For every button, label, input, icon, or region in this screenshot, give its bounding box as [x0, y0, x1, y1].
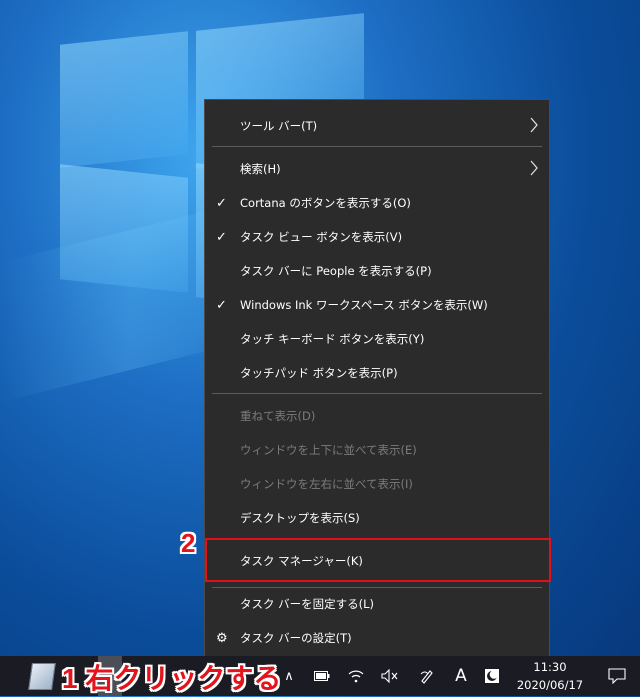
menu-separator [212, 393, 542, 394]
clock-date: 2020/06/17 [516, 678, 584, 692]
menu-item-show-desktop[interactable]: デスクトップを表示(S) [205, 501, 549, 535]
night-light-icon[interactable] [480, 656, 504, 696]
menu-item-cascade: 重ねて表示(D) [205, 399, 549, 433]
ime-icon[interactable]: A [450, 656, 472, 696]
checkmark-icon: ✓ [216, 297, 227, 313]
menu-item-label: ツール バー(T) [240, 119, 318, 133]
menu-item-lock-taskbar[interactable]: タスク バーを固定する(L) [205, 587, 549, 621]
task-manager-highlight-box [205, 538, 551, 582]
speaker-muted-icon[interactable] [378, 656, 402, 696]
gear-icon: ⚙ [216, 630, 228, 646]
menu-item-show-task-view[interactable]: ✓ タスク ビュー ボタンを表示(V) [205, 220, 549, 254]
checkmark-icon: ✓ [216, 229, 227, 245]
menu-item-toolbars[interactable]: ツール バー(T) [205, 109, 549, 143]
menu-item-label: タスク バーの設定(T) [240, 631, 352, 645]
menu-item-label: ウィンドウを左右に並べて表示(I) [240, 477, 413, 491]
menu-item-label: タスク バーに People を表示する(P) [240, 264, 432, 278]
desktop-app-icon[interactable] [12, 656, 56, 696]
menu-item-show-windows-ink[interactable]: ✓ Windows Ink ワークスペース ボタンを表示(W) [205, 288, 549, 322]
step-2-annotation: 2 [181, 528, 196, 558]
step-1-annotation: 1 右クリックする [62, 663, 282, 694]
menu-item-show-touch-keyboard[interactable]: タッチ キーボード ボタンを表示(Y) [205, 322, 549, 356]
system-clock[interactable]: 11:30 2020/06/17 [510, 658, 590, 694]
pen-workspace-icon[interactable] [415, 656, 439, 696]
menu-item-label: タスク バーを固定する(L) [240, 597, 375, 611]
menu-item-show-cortana[interactable]: ✓ Cortana のボタンを表示する(O) [205, 186, 549, 220]
menu-item-show-people[interactable]: タスク バーに People を表示する(P) [205, 254, 549, 288]
chevron-right-icon [530, 117, 538, 133]
menu-separator [212, 146, 542, 147]
clock-time: 11:30 [533, 660, 567, 674]
checkmark-icon: ✓ [216, 195, 227, 211]
menu-item-label: Cortana のボタンを表示する(O) [240, 196, 411, 210]
menu-item-label: デスクトップを表示(S) [240, 511, 360, 525]
chevron-right-icon [530, 160, 538, 176]
menu-item-label: 重ねて表示(D) [240, 409, 316, 423]
battery-icon[interactable] [310, 656, 334, 696]
menu-item-stack: ウィンドウを上下に並べて表示(E) [205, 433, 549, 467]
menu-item-search[interactable]: 検索(H) [205, 152, 549, 186]
wifi-icon[interactable] [344, 656, 368, 696]
menu-item-show-touchpad[interactable]: タッチパッド ボタンを表示(P) [205, 356, 549, 390]
menu-item-label: ウィンドウを上下に並べて表示(E) [240, 443, 417, 457]
menu-item-side-by-side: ウィンドウを左右に並べて表示(I) [205, 467, 549, 501]
menu-item-label: タッチ キーボード ボタンを表示(Y) [240, 332, 425, 346]
menu-item-label: Windows Ink ワークスペース ボタンを表示(W) [240, 298, 488, 312]
notification-icon[interactable] [602, 656, 632, 696]
menu-item-label: タッチパッド ボタンを表示(P) [240, 366, 398, 380]
menu-item-label: タスク ビュー ボタンを表示(V) [240, 230, 403, 244]
menu-item-taskbar-settings[interactable]: ⚙ タスク バーの設定(T) [205, 621, 549, 655]
menu-item-label: 検索(H) [240, 162, 281, 176]
